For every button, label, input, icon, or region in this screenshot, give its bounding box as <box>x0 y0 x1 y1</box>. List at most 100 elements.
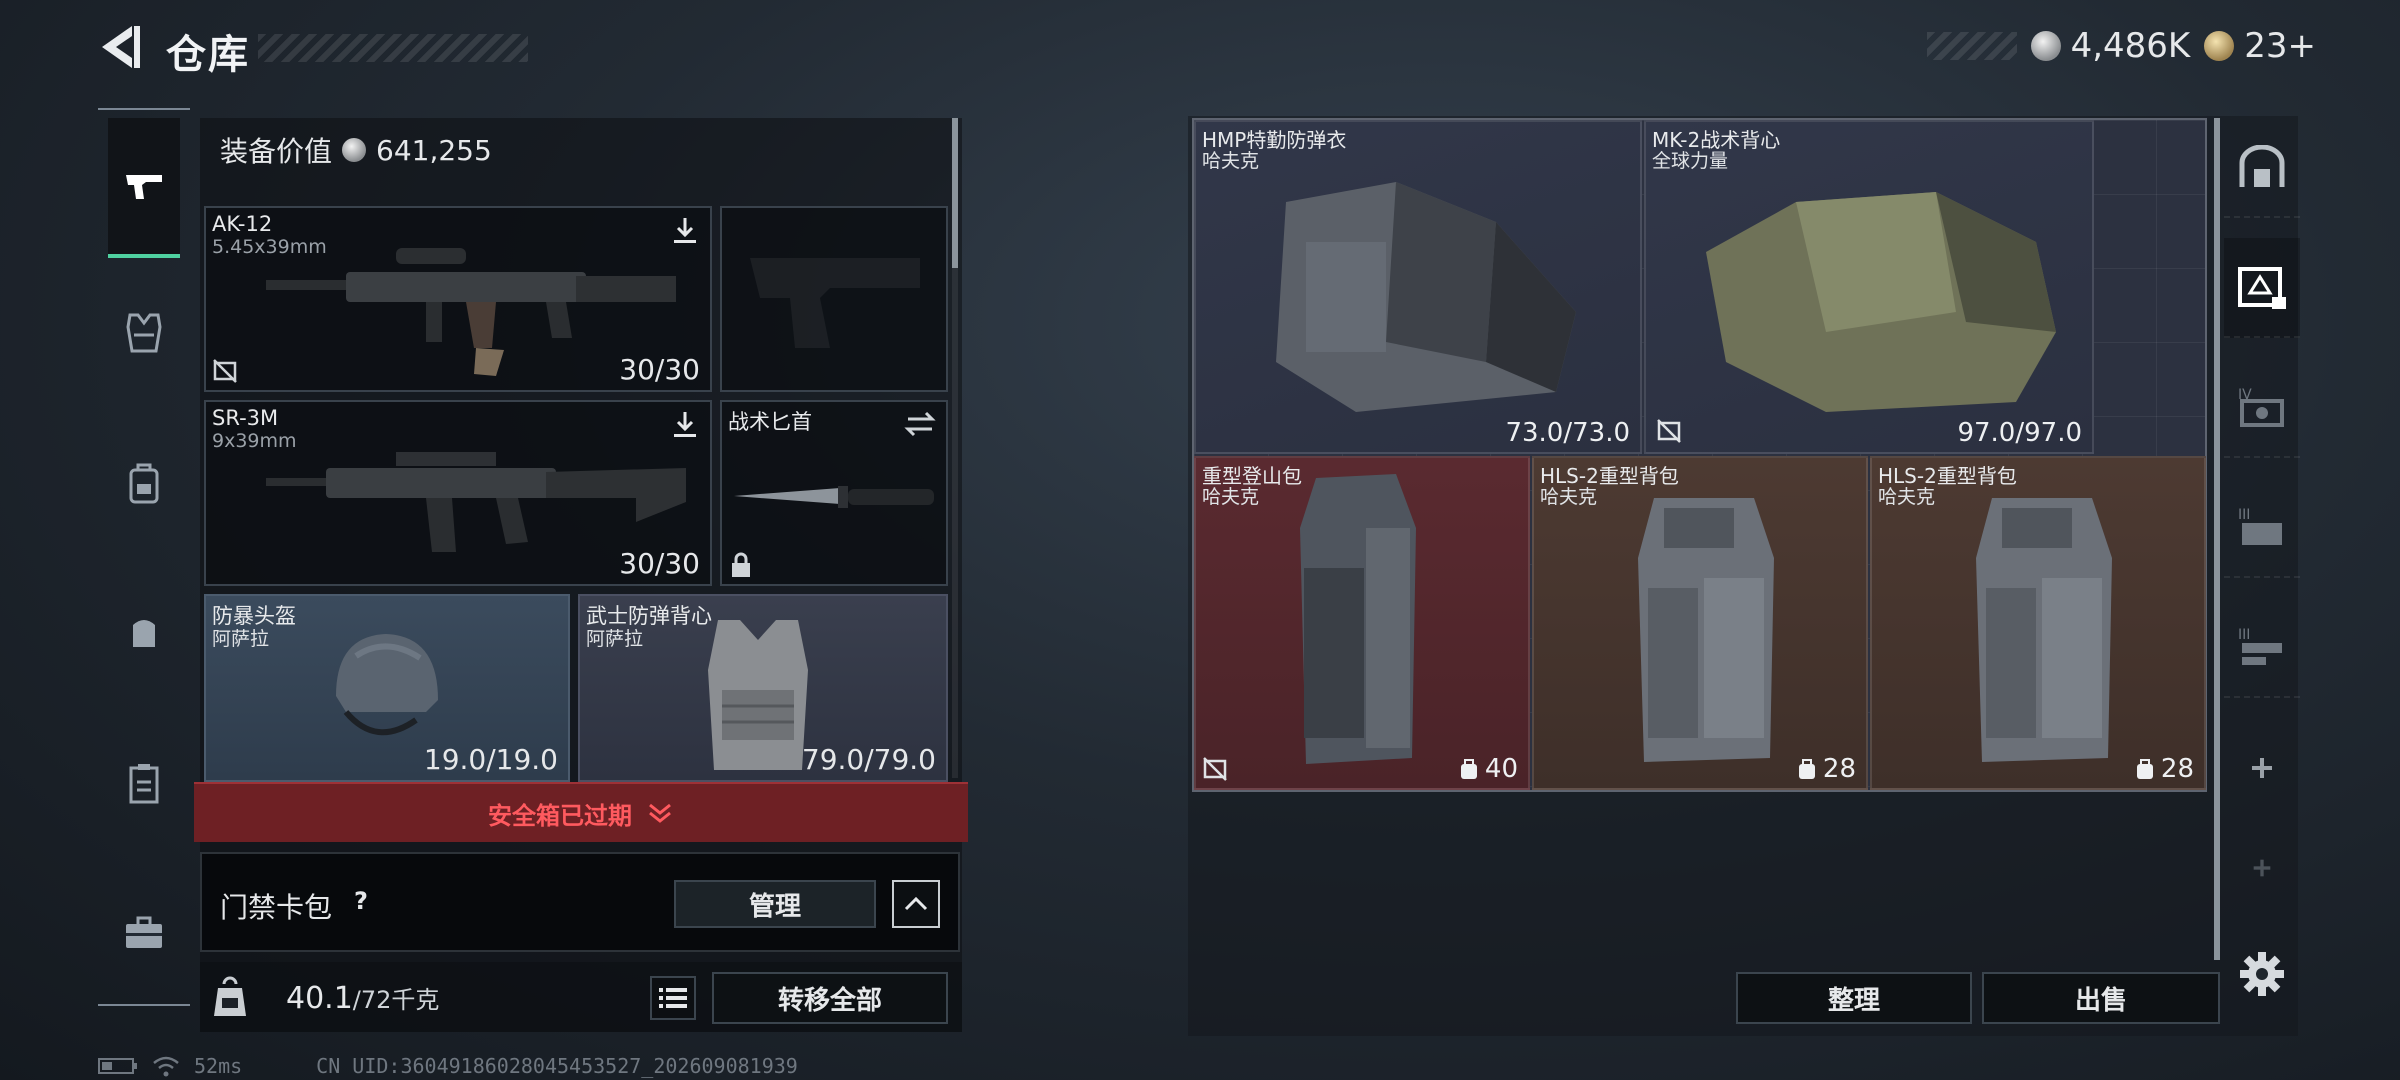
svg-text:III: III <box>2238 507 2250 523</box>
primary-weapon-slot[interactable]: AK-12 5.45x39mm 30/30 <box>204 206 712 392</box>
gear-icon[interactable] <box>2238 950 2286 998</box>
rail-tab-storage-3b[interactable]: III <box>2224 598 2300 698</box>
hls2-backpack-image <box>1976 498 2112 762</box>
item-brand: 哈夫克 <box>1878 486 1936 508</box>
chevron-up-icon <box>904 896 928 911</box>
status-bar: 52ms CN UID:3604918602804545352​7_202609… <box>98 1054 798 1078</box>
backpack-capacity-icon <box>1798 759 1815 779</box>
storage-item[interactable]: HLS-2重型背包 哈夫克 28 <box>1870 456 2206 790</box>
add-storage-button[interactable] <box>2224 718 2300 818</box>
safebox-expired-bar[interactable]: 安全箱已过期 <box>194 782 968 842</box>
vest-icon <box>126 313 162 353</box>
sell-button[interactable]: 出售 <box>1982 972 2220 1024</box>
transfer-all-button[interactable]: 转移全部 <box>712 972 948 1024</box>
equipment-value-label: 装备价值 <box>220 135 333 168</box>
battery-icon <box>98 1058 137 1074</box>
weight-current: 40.1 <box>286 981 353 1016</box>
rail-tab-storage-4[interactable]: IV <box>2224 358 2300 458</box>
storage-item[interactable]: HMP特勤防弹衣 哈夫克 73.0/73.0 <box>1194 120 1642 454</box>
item-durability: 97.0/97.0 <box>1957 418 2082 448</box>
weapon-ammo: 30/30 <box>619 353 700 386</box>
rail-tab-armor[interactable] <box>108 288 180 378</box>
back-arrow-icon[interactable] <box>96 22 144 72</box>
briefcase-icon <box>126 916 162 948</box>
item-brand: 哈夫克 <box>1202 486 1260 508</box>
pouch-icon <box>133 620 155 647</box>
capacity-value: 28 <box>1822 754 1856 784</box>
knife-image <box>734 486 934 508</box>
lock-icon <box>732 552 750 577</box>
helmet-image <box>336 634 438 736</box>
swap-icon[interactable] <box>904 410 936 438</box>
mountain-pack-image <box>1300 474 1416 764</box>
page-title: 仓库 <box>166 32 250 78</box>
title-decoration <box>258 34 528 62</box>
item-capacity: 28 <box>2135 754 2194 784</box>
list-icon <box>659 988 687 1008</box>
rail-tab-case[interactable] <box>108 888 180 978</box>
rail-tab-home-storage[interactable] <box>2224 118 2300 218</box>
rail-tab-storage-3a[interactable]: III <box>2224 478 2300 578</box>
helmet-slot[interactable]: 防暴头盔 阿萨拉 19.0/19.0 <box>204 594 570 782</box>
equipment-scroll-thumb[interactable] <box>952 118 958 268</box>
equipment-value-amount: 641,255 <box>376 133 492 167</box>
gold-currency[interactable]: 23+ <box>2204 26 2316 66</box>
melee-slot[interactable]: 战术匕首 <box>720 400 948 586</box>
storage-box-icon <box>2238 267 2286 309</box>
pistol-silhouette-icon <box>750 258 920 348</box>
armor-slot[interactable]: 武士防弹背心 阿萨拉 79.0/79.0 <box>578 594 948 782</box>
helmet-durability: 19.0/19.0 <box>423 743 558 776</box>
storage-item[interactable]: 重型登山包 哈夫克 40 <box>1194 456 1530 790</box>
item-capacity: 40 <box>1459 754 1518 784</box>
storage-scrollbar[interactable] <box>2214 118 2220 960</box>
uid-text: CN UID:3604918602804545352​7_20260908193… <box>316 1054 798 1078</box>
category-rail <box>98 108 190 1008</box>
rail-tab-storage-1[interactable] <box>2224 238 2300 338</box>
storage-home-icon <box>2239 145 2285 187</box>
help-icon[interactable]: ? <box>346 886 376 916</box>
backpack-capacity-icon <box>1460 759 1477 779</box>
mk2-vest-image <box>1706 192 2056 412</box>
sidearm-slot-empty[interactable] <box>720 206 948 392</box>
weight-kg-icon <box>214 976 246 1016</box>
capacity-value: 28 <box>2160 754 2194 784</box>
no-insure-icon <box>1657 419 1681 443</box>
item-durability: 73.0/73.0 <box>1505 418 1630 448</box>
storage-page-rail: IV III III <box>2224 118 2300 877</box>
collapse-button[interactable] <box>892 880 940 928</box>
silver-currency[interactable]: 4,486K <box>2030 26 2190 66</box>
gold-amount: 23+ <box>2244 26 2316 66</box>
rail-tab-backpack[interactable] <box>108 438 180 528</box>
armor-durability: 79.0/79.0 <box>801 743 936 776</box>
melee-name: 战术匕首 <box>728 410 812 434</box>
rail-tab-weapons[interactable] <box>108 118 180 258</box>
no-insure-icon <box>213 359 237 383</box>
manage-button[interactable]: 管理 <box>674 880 876 928</box>
hmp-vest-image <box>1276 182 1576 412</box>
weight-max: /72千克 <box>352 986 440 1014</box>
secondary-weapon-slot[interactable]: SR-3M 9x39mm 30/30 <box>204 400 712 586</box>
armor-vest-image <box>708 620 808 770</box>
currency-decoration <box>1926 32 2017 60</box>
storage-rack-iii-icon: III <box>2238 507 2282 545</box>
ping-value: 52ms <box>194 1054 243 1078</box>
rail-tab-container[interactable] <box>108 738 180 828</box>
safebox-status: 安全箱已过期 <box>488 801 632 830</box>
hls2-backpack-image <box>1638 498 1774 762</box>
plus-icon <box>2252 758 2272 778</box>
storage-item[interactable]: MK-2战术背心 全球力量 97.0/97.0 <box>1644 120 2094 454</box>
add-storage-button-locked[interactable] <box>2224 818 2300 918</box>
svg-text:III: III <box>2238 627 2250 643</box>
silver-coin-icon <box>342 138 367 162</box>
card-wallet-label: 门禁卡包 <box>220 891 333 924</box>
list-view-button[interactable] <box>650 976 696 1020</box>
storage-item[interactable]: HLS-2重型背包 哈夫克 28 <box>1532 456 1868 790</box>
rail-tab-pouch[interactable] <box>108 588 180 678</box>
currency-bar: 4,486K 23+ <box>1926 26 2316 66</box>
sort-button[interactable]: 整理 <box>1736 972 1972 1024</box>
item-capacity: 28 <box>1797 754 1856 784</box>
weapon-ammo: 30/30 <box>619 547 700 580</box>
pistol-icon <box>126 175 162 199</box>
capacity-value: 40 <box>1484 754 1518 784</box>
helmet-brand: 阿萨拉 <box>212 628 270 650</box>
